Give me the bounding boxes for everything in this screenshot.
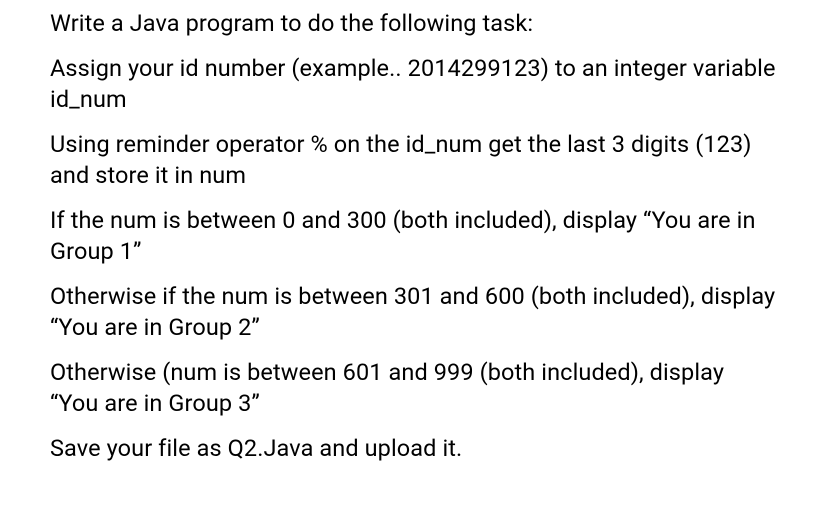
task-group-3: Otherwise (num is between 601 and 999 (b…	[50, 357, 777, 419]
task-assign-id: Assign your id number (example.. 2014299…	[50, 53, 777, 115]
task-group-1: If the num is between 0 and 300 (both in…	[50, 205, 777, 267]
task-reminder-op: Using reminder operator % on the id_num …	[50, 129, 777, 191]
task-intro: Write a Java program to do the following…	[50, 8, 777, 39]
task-group-2: Otherwise if the num is between 301 and …	[50, 281, 777, 343]
assignment-document: Write a Java program to do the following…	[0, 0, 827, 498]
task-save-upload: Save your file as Q2.Java and upload it.	[50, 433, 777, 464]
